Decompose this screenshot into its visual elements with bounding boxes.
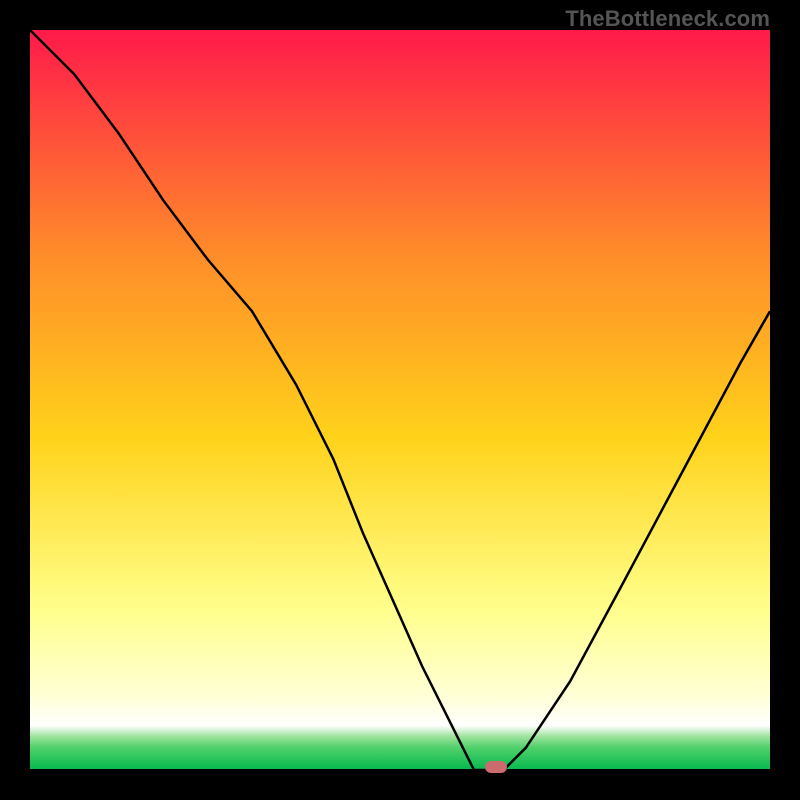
optimum-marker: [485, 761, 507, 773]
chart-frame: TheBottleneck.com: [0, 0, 800, 800]
chart-svg: [30, 30, 770, 770]
credit-text: TheBottleneck.com: [565, 6, 770, 32]
gradient-bg: [30, 30, 770, 770]
plot-area: [30, 30, 770, 770]
